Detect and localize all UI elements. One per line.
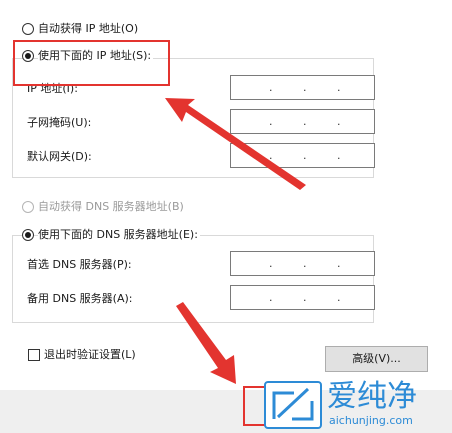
- arrow-lower: [176, 302, 236, 384]
- brand-name: 爱纯净: [327, 379, 417, 414]
- annotation-arrows: [165, 98, 306, 384]
- brand-logo-icon: [264, 381, 322, 429]
- arrow-upper: [165, 98, 306, 190]
- brand-url: aichunjing.com: [329, 414, 413, 427]
- annotation-footer-mark: [243, 386, 265, 426]
